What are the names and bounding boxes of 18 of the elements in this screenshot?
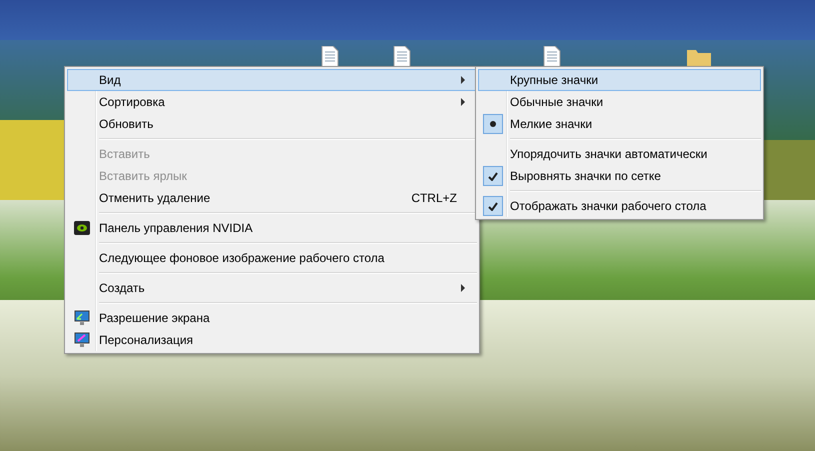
menu-item[interactable]: Мелкие значки [478, 113, 761, 135]
menu-item[interactable]: Отображать значки рабочего стола [478, 195, 761, 217]
menu-item[interactable]: Крупные значки [478, 69, 761, 91]
menu-item[interactable]: Панель управления NVIDIA [67, 217, 477, 239]
monitor-icon [74, 332, 90, 348]
menu-item[interactable]: Создать [67, 277, 477, 299]
menu-item[interactable]: Обновить [67, 113, 477, 135]
menu-item[interactable]: Вид [67, 69, 477, 91]
menu-item[interactable]: Разрешение экрана [67, 307, 477, 329]
eye-logo-icon [74, 221, 90, 235]
monitor-icon [74, 310, 90, 326]
menu-item[interactable]: Сортировка [67, 91, 477, 113]
menu-item[interactable]: Упорядочить значки автоматически [478, 143, 761, 165]
menu-item[interactable]: Обычные значки [478, 91, 761, 113]
menu-item[interactable]: Персонализация [67, 329, 477, 351]
menu-item[interactable]: Следующее фоновое изображение рабочего стола [67, 247, 477, 269]
menu-item[interactable]: Отменить удаление CTRL+Z [67, 187, 477, 209]
menu-item[interactable]: Выровнять значки по сетке [478, 165, 761, 187]
